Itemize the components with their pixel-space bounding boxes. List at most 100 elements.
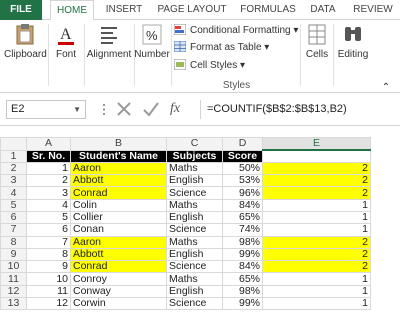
cell-count[interactable]: 2 <box>262 174 371 188</box>
cell-student-name[interactable]: Collier <box>70 210 167 225</box>
cell-sr-no[interactable]: 4 <box>26 198 71 212</box>
column-header-b[interactable]: B <box>70 137 167 151</box>
clipboard-button[interactable]: Clipboard <box>4 22 47 60</box>
row-number[interactable]: 3 <box>0 174 27 188</box>
formula-input[interactable]: =COUNTIF($B$2:$B$13,B2) <box>200 100 395 119</box>
cell-student-name[interactable]: Conan <box>70 223 167 237</box>
cell-count[interactable]: 2 <box>262 235 371 249</box>
cell-styles-button[interactable]: Cell Styles ▾ <box>174 58 245 74</box>
editing-button[interactable]: Editing <box>334 22 372 60</box>
tab-insert[interactable]: INSERT <box>102 0 146 20</box>
row-number[interactable]: 10 <box>0 260 27 274</box>
cell-student-name[interactable]: Conway <box>70 284 167 299</box>
cell-e1[interactable] <box>262 149 371 163</box>
row-number[interactable]: 5 <box>0 198 27 212</box>
cell-student-name[interactable]: Conrad <box>70 186 167 200</box>
cell-score[interactable]: 53% <box>222 174 263 188</box>
column-header-c[interactable]: C <box>166 137 223 151</box>
cell-student-name[interactable]: Abbott <box>70 247 167 262</box>
header-cell-subjects[interactable]: Subjects <box>166 149 223 163</box>
cell-score[interactable]: 65% <box>222 210 263 225</box>
name-box[interactable]: E2 ▼ <box>6 100 86 119</box>
cell-score[interactable]: 74% <box>222 223 263 237</box>
cell-sr-no[interactable]: 7 <box>26 235 71 249</box>
cell-count[interactable]: 2 <box>262 186 371 200</box>
row-number[interactable]: 11 <box>0 272 27 286</box>
cell-sr-no[interactable]: 6 <box>26 223 71 237</box>
tab-home[interactable]: HOME <box>50 0 94 21</box>
cell-student-name[interactable]: Aaron <box>70 235 167 249</box>
cell-count[interactable]: 2 <box>262 161 371 176</box>
cell-sr-no[interactable]: 12 <box>26 297 71 311</box>
cell-score[interactable]: 65% <box>222 272 263 286</box>
tab-page-layout[interactable]: PAGE LAYOUT <box>154 0 230 20</box>
insert-function-icon[interactable]: fx <box>170 101 180 117</box>
cancel-icon[interactable] <box>117 102 131 116</box>
cell-sr-no[interactable]: 5 <box>26 210 71 225</box>
cell-subject[interactable]: Science <box>166 297 223 311</box>
select-all-corner[interactable] <box>0 137 27 151</box>
format-as-table-button[interactable]: Format as Table ▾ <box>174 40 269 56</box>
tab-formulas[interactable]: FORMULAS <box>236 0 300 20</box>
cell-count[interactable]: 1 <box>262 210 371 225</box>
cell-count[interactable]: 1 <box>262 297 371 311</box>
cell-subject[interactable]: Maths <box>166 272 223 286</box>
header-cell-sr-no[interactable]: Sr. No. <box>26 149 71 163</box>
cell-sr-no[interactable]: 9 <box>26 260 71 274</box>
cell-count[interactable]: 1 <box>262 284 371 299</box>
cell-count[interactable]: 1 <box>262 223 371 237</box>
cell-score[interactable]: 99% <box>222 297 263 311</box>
row-number[interactable]: 6 <box>0 210 27 225</box>
tab-review[interactable]: REVIEW <box>346 0 400 20</box>
cell-subject[interactable]: English <box>166 210 223 225</box>
cell-subject[interactable]: English <box>166 247 223 262</box>
row-number[interactable]: 2 <box>0 161 27 176</box>
cell-subject[interactable]: Science <box>166 186 223 200</box>
column-header-e[interactable]: E <box>262 137 371 151</box>
cell-subject[interactable]: Maths <box>166 161 223 176</box>
cell-subject[interactable]: Maths <box>166 235 223 249</box>
tab-file[interactable]: FILE <box>0 0 42 20</box>
cell-count[interactable]: 1 <box>262 198 371 212</box>
cells-button[interactable]: Cells <box>302 22 332 60</box>
conditional-formatting-button[interactable]: Conditional Formatting ▾ <box>174 23 298 39</box>
cell-count[interactable]: 2 <box>262 260 371 274</box>
cell-score[interactable]: 96% <box>222 186 263 200</box>
cell-student-name[interactable]: Abbott <box>70 174 167 188</box>
cell-student-name[interactable]: Corwin <box>70 297 167 311</box>
header-cell-score[interactable]: Score <box>222 149 263 163</box>
cell-sr-no[interactable]: 10 <box>26 272 71 286</box>
row-number[interactable]: 9 <box>0 247 27 262</box>
alignment-button[interactable]: Alignment <box>86 22 132 60</box>
cell-score[interactable]: 98% <box>222 284 263 299</box>
cell-subject[interactable]: Science <box>166 260 223 274</box>
row-number[interactable]: 7 <box>0 223 27 237</box>
cell-score[interactable]: 84% <box>222 198 263 212</box>
chevron-down-icon[interactable]: ▼ <box>73 101 81 118</box>
cell-sr-no[interactable]: 2 <box>26 174 71 188</box>
header-cell-student-name[interactable]: Student's Name <box>70 149 167 163</box>
cell-student-name[interactable]: Conroy <box>70 272 167 286</box>
cell-score[interactable]: 50% <box>222 161 263 176</box>
cell-score[interactable]: 84% <box>222 260 263 274</box>
cell-sr-no[interactable]: 1 <box>26 161 71 176</box>
row-number[interactable]: 8 <box>0 235 27 249</box>
tab-data[interactable]: DATA <box>304 0 342 20</box>
more-options-icon[interactable] <box>103 104 105 115</box>
column-header-a[interactable]: A <box>26 137 71 151</box>
cell-subject[interactable]: Maths <box>166 198 223 212</box>
cell-student-name[interactable]: Conrad <box>70 260 167 274</box>
cell-subject[interactable]: Science <box>166 223 223 237</box>
check-icon[interactable] <box>143 102 159 117</box>
cell-sr-no[interactable]: 8 <box>26 247 71 262</box>
cell-student-name[interactable]: Colin <box>70 198 167 212</box>
cell-count[interactable]: 2 <box>262 247 371 262</box>
cell-count[interactable]: 1 <box>262 272 371 286</box>
row-number[interactable]: 13 <box>0 297 27 311</box>
collapse-ribbon-button[interactable]: ⌃ <box>374 82 398 93</box>
cell-sr-no[interactable]: 11 <box>26 284 71 299</box>
row-number[interactable]: 1 <box>0 149 27 163</box>
cell-score[interactable]: 99% <box>222 247 263 262</box>
cell-student-name[interactable]: Aaron <box>70 161 167 176</box>
row-number[interactable]: 4 <box>0 186 27 200</box>
